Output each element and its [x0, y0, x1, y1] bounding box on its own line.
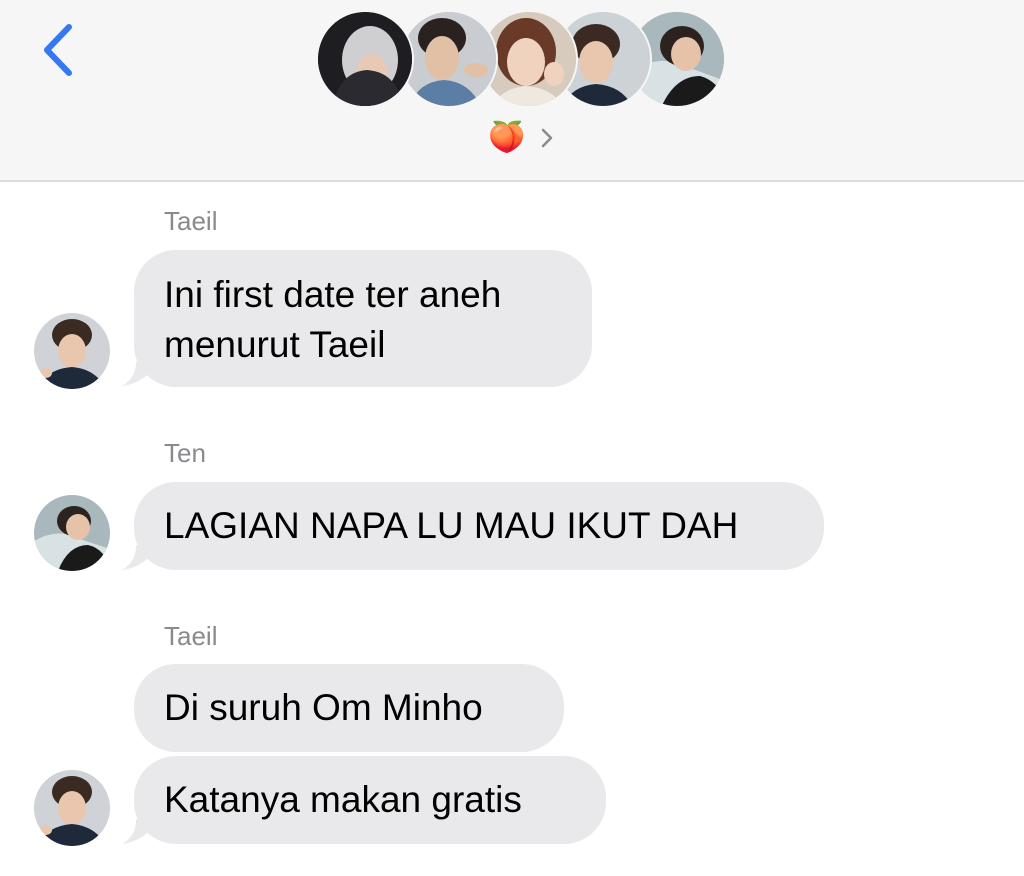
avatar-taeil[interactable] [34, 313, 110, 389]
message-bubble[interactable]: Di suruh Om Minho [134, 664, 564, 752]
member-avatar-2 [400, 10, 498, 108]
group-avatars[interactable] [316, 10, 726, 110]
message-text: Di suruh Om Minho [164, 687, 483, 728]
avatar-taeil[interactable] [34, 770, 110, 846]
back-button[interactable] [30, 18, 86, 82]
message-bubble[interactable]: Katanya makan gratis [134, 756, 606, 844]
member-avatar-1 [316, 10, 414, 108]
message-text: LAGIAN NAPA LU MAU IKUT DAH [164, 505, 739, 546]
bubble-tail [122, 352, 148, 386]
bubble-tail [122, 810, 148, 844]
message-bubble[interactable]: Ini first date ter aneh menurut Taeil [134, 250, 592, 387]
chevron-right-icon [540, 127, 554, 149]
sender-name: Ten [164, 438, 206, 468]
group-info-button[interactable]: 🍑 [460, 116, 564, 160]
peach-emoji: 🍑 [488, 121, 526, 154]
conversation-header: 🍑 [0, 0, 1024, 182]
sender-name: Taeil [164, 206, 218, 236]
message-text: Katanya makan gratis [164, 779, 522, 820]
messages-app: 🍑 Taeil Ini first date ter aneh menurut … [0, 0, 1024, 876]
bubble-tail [122, 536, 148, 570]
sender-name: Taeil [164, 621, 218, 651]
message-text: Ini first date ter aneh menurut Taeil [164, 274, 502, 365]
avatar-ten[interactable] [34, 495, 110, 571]
chevron-left-icon [44, 24, 72, 76]
message-bubble[interactable]: LAGIAN NAPA LU MAU IKUT DAH [134, 482, 824, 570]
